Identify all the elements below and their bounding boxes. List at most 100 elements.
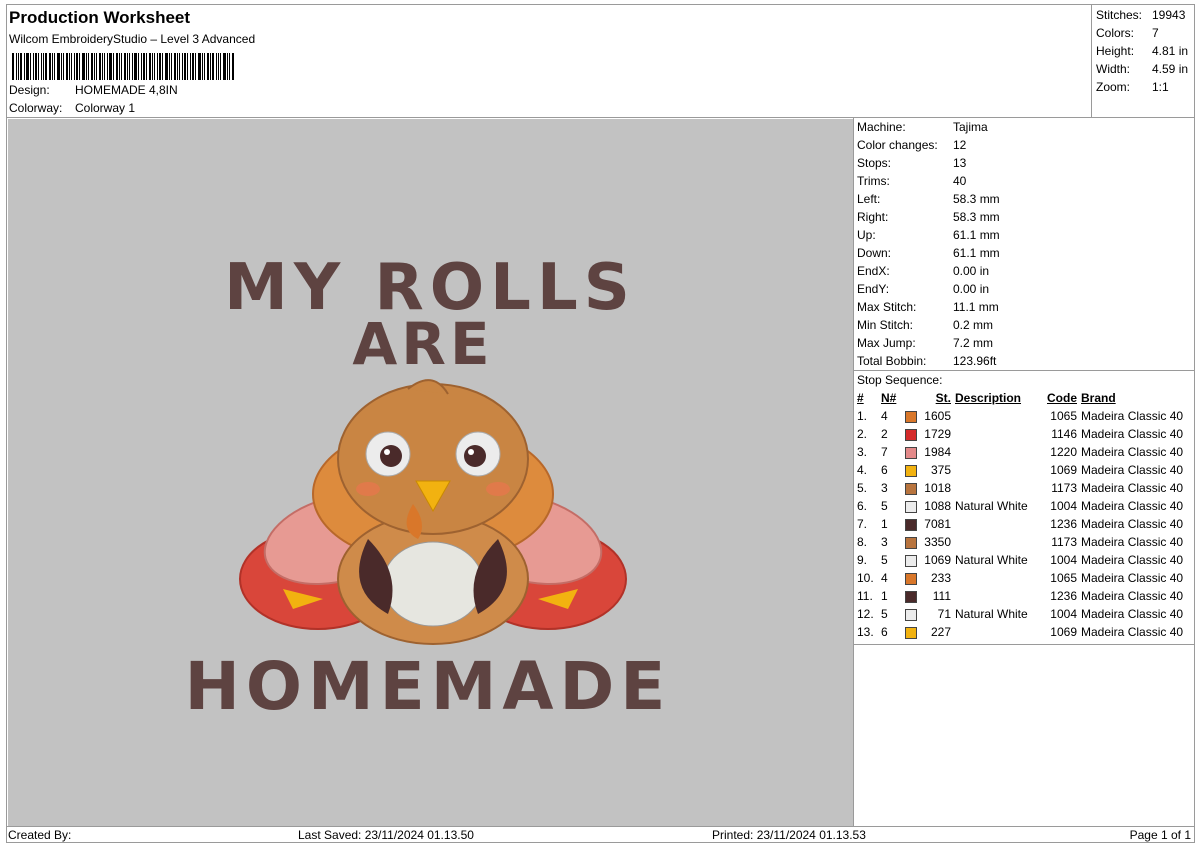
color-swatch-box [905,626,917,639]
machine-row: Right: 58.3 mm [854,208,1195,226]
machine-label: EndY: [857,282,890,296]
needle-number: 2 [881,427,888,441]
stitch-count: 71 [937,607,951,621]
color-swatch [903,407,919,425]
stitch-count: 1984 [924,445,951,459]
color-description: Natural White [955,553,1028,567]
thread-brand: Madeira Classic 40 [1081,625,1184,639]
stat-width: Width: 4.59 in [1096,62,1189,76]
machine-value: Tajima [953,120,988,134]
needle-number: 4 [881,409,888,423]
machine-value: 40 [953,174,967,188]
colorway-value: Colorway 1 [75,101,136,115]
needle-number: 5 [881,499,888,513]
thread-brand: Madeira Classic 40 [1081,535,1184,549]
footer-page: Page 1 of 1 [1129,828,1191,842]
machine-value: 61.1 mm [953,246,1000,260]
footer-created-by: Created By: [8,828,72,842]
stop-number: 3. [857,445,868,459]
table-row: 2. 2 1729 1146 Madeira Classic 40 [857,425,1183,443]
thread-brand: Madeira Classic 40 [1081,607,1184,621]
page-title: Production Worksheet [9,8,191,27]
machine-row: Max Stitch: 11.1 mm [854,298,1195,316]
machine-value: 58.3 mm [953,192,1000,206]
stat-stitches: Stitches: 19943 [1096,8,1186,22]
stop-number: 2. [857,427,868,441]
machine-row: Down: 61.1 mm [854,244,1195,262]
thread-code: 1236 [1050,517,1077,531]
needle-number: 3 [881,535,888,549]
thread-brand: Madeira Classic 40 [1081,463,1184,477]
thread-code: 1065 [1050,409,1077,423]
table-bottom-divider [854,644,1195,645]
needle-number: 7 [881,445,888,459]
machine-row: Color changes: 12 [854,136,1195,154]
worksheet-header: Production Worksheet Wilcom EmbroiderySt… [6,4,1091,118]
color-description [951,623,1041,641]
machine-value: 0.00 in [953,264,990,278]
thread-brand: Madeira Classic 40 [1081,499,1184,513]
header-brand: Brand [1081,391,1116,405]
header-stitches: St. [935,391,951,405]
machine-label: Machine: [857,120,906,134]
table-header-row: # N# St. Description Code Brand [857,389,1183,407]
stats-panel: Stitches: 19943 Colors: 7 Height: 4.81 in W… [1091,4,1195,118]
thread-code: 1065 [1050,571,1077,585]
machine-row: Up: 61.1 mm [854,226,1195,244]
machine-label: Min Stitch: [857,318,914,332]
machine-label: Up: [857,228,876,242]
machine-value: 12 [953,138,967,152]
color-swatch [903,533,919,551]
color-swatch-box [905,572,917,585]
stop-number: 6. [857,499,868,513]
stitch-count: 7081 [924,517,951,531]
table-row: 11. 1 111 1236 Madeira Classic 40 [857,587,1183,605]
thread-brand: Madeira Classic 40 [1081,481,1184,495]
machine-row: EndX: 0.00 in [854,262,1195,280]
machine-label: EndX: [857,264,890,278]
color-description: Natural White [955,607,1028,621]
needle-number: 4 [881,571,888,585]
turkey-illustration [239,379,627,645]
colorway-line: Colorway: Colorway 1 [9,101,135,115]
machine-row: Total Bobbin: 123.96ft [854,352,1195,370]
thread-code: 1069 [1050,625,1077,639]
color-description [951,443,1041,461]
color-swatch [903,425,919,443]
color-swatch [903,587,919,605]
color-swatch-box [905,500,917,513]
color-description [951,569,1041,587]
stop-number: 12. [857,607,874,621]
color-description [951,425,1041,443]
table-row: 1. 4 1605 1065 Madeira Classic 40 [857,407,1183,425]
machine-value: 61.1 mm [953,228,1000,242]
stat-height: Height: 4.81 in [1096,44,1189,58]
software-name: Wilcom EmbroideryStudio – Level 3 Advanc… [9,32,256,46]
thread-brand: Madeira Classic 40 [1081,445,1184,459]
color-swatch-box [905,554,917,567]
thread-code: 1069 [1050,463,1077,477]
design-value: HOMEMADE 4,8IN [75,83,178,97]
color-description [951,533,1041,551]
machine-value: 0.00 in [953,282,990,296]
thread-code: 1146 [1051,427,1077,441]
machine-label: Trims: [857,174,890,188]
table-row: 9. 5 1069 Natural White 1004 Madeira Classic … [857,551,1183,569]
machine-row: Stops: 13 [854,154,1195,172]
stop-number: 4. [857,463,868,477]
machine-row: Trims: 40 [854,172,1195,190]
stop-number: 11. [857,589,873,603]
needle-number: 5 [881,553,888,567]
table-row: 8. 3 3350 1173 Madeira Classic 40 [857,533,1183,551]
color-swatch-box [905,446,917,459]
machine-value: 7.2 mm [953,336,994,350]
thread-code: 1173 [1051,481,1077,495]
stat-zoom: Zoom: 1:1 [1096,80,1169,94]
design-text-line2: ARE [352,310,493,378]
stop-number: 1. [857,409,868,423]
stop-number: 10. [857,571,874,585]
color-description [951,479,1041,497]
color-description [951,515,1041,533]
machine-label: Stops: [857,156,892,170]
color-description [951,407,1041,425]
